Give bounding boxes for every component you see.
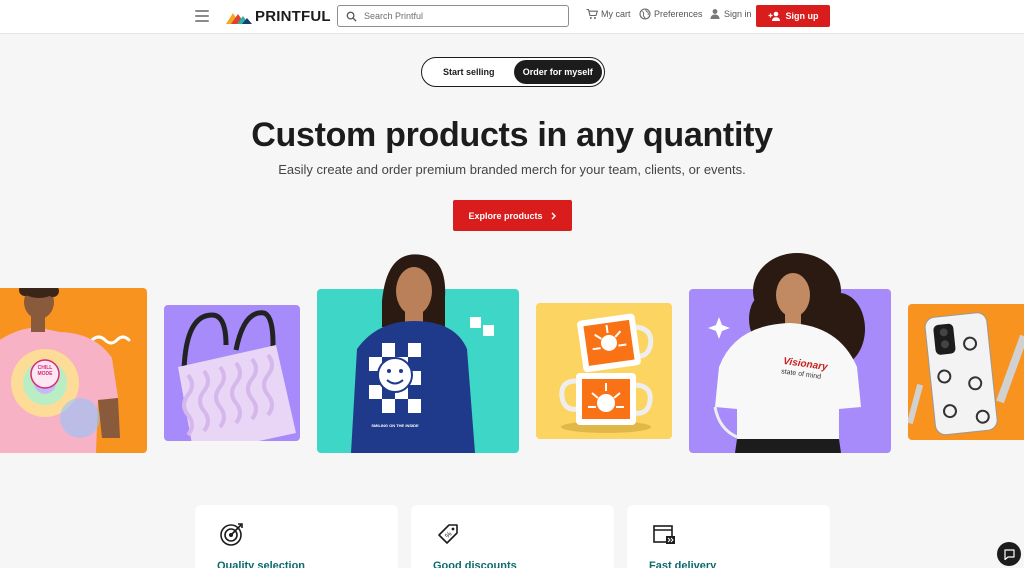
search-box[interactable] — [337, 5, 569, 27]
sun-mug-tile[interactable] — [536, 303, 672, 439]
order-for-myself-option[interactable]: Order for myself — [513, 60, 602, 84]
signin-label: Sign in — [724, 9, 752, 19]
hero-title: Custom products in any quantity — [251, 116, 773, 154]
tee-print-text: CHILL MODE — [37, 365, 53, 377]
add-user-icon — [768, 11, 780, 21]
sweatshirt-model-image — [351, 254, 494, 453]
preferences-link[interactable]: Preferences — [639, 8, 703, 20]
logo-mountains-icon — [226, 12, 252, 24]
globe-icon — [639, 8, 651, 20]
explore-products-label: Explore products — [468, 210, 543, 221]
feature-title: Quality selection — [217, 560, 306, 568]
chevron-right-icon — [551, 212, 556, 219]
mode-toggle: Start selling Order for myself — [421, 57, 605, 87]
feature-title: Good discounts — [433, 560, 517, 568]
feature-card-delivery: Fast delivery — [627, 505, 830, 568]
search-icon — [346, 11, 357, 22]
top-navigation-bar: PRINTFUL My cart Preferences Sign in Sig… — [0, 0, 1024, 34]
tote-bag-tile[interactable] — [164, 305, 300, 441]
start-selling-option[interactable]: Start selling — [424, 60, 514, 84]
phone-case-tile[interactable] — [908, 304, 1024, 440]
stacked-mugs-image — [559, 313, 654, 433]
cart-label: My cart — [601, 9, 631, 19]
hero-subtitle: Easily create and order premium branded … — [278, 162, 746, 177]
preferences-label: Preferences — [654, 9, 703, 19]
cart-link[interactable]: My cart — [586, 8, 631, 20]
menu-icon[interactable] — [195, 10, 209, 22]
user-icon — [710, 9, 720, 19]
signup-button[interactable]: Sign up — [756, 5, 830, 27]
explore-products-button[interactable]: Explore products — [453, 200, 572, 231]
target-icon — [220, 523, 243, 546]
visionary-crewneck-tile[interactable]: Visionary state of mind — [689, 253, 891, 453]
chat-button[interactable] — [997, 542, 1021, 566]
printful-logo[interactable]: PRINTFUL — [226, 8, 331, 25]
signin-link[interactable]: Sign in — [709, 8, 752, 20]
search-input[interactable] — [364, 11, 554, 21]
phone-case-image — [908, 312, 1024, 436]
cart-icon — [586, 8, 598, 19]
feature-title: Fast delivery — [649, 560, 717, 568]
feature-card-quality: Quality selection — [195, 505, 398, 568]
feature-card-discounts: % Good discounts — [411, 505, 614, 568]
tie-dye-tee-model-image — [0, 288, 131, 453]
brand-name: PRINTFUL — [255, 8, 331, 25]
checkered-sweatshirt-tile[interactable]: SMILING ON THE INSIDE — [317, 254, 519, 453]
signup-label: Sign up — [785, 11, 819, 21]
tote-bag-image — [178, 310, 296, 441]
chat-bubble-icon — [1003, 548, 1015, 560]
price-tag-icon: % — [438, 524, 458, 544]
delivery-box-icon — [653, 525, 675, 544]
sweatshirt-print-text: SMILING ON THE INSIDE — [371, 423, 419, 428]
tie-dye-tee-tile[interactable]: CHILL MODE — [0, 288, 147, 453]
